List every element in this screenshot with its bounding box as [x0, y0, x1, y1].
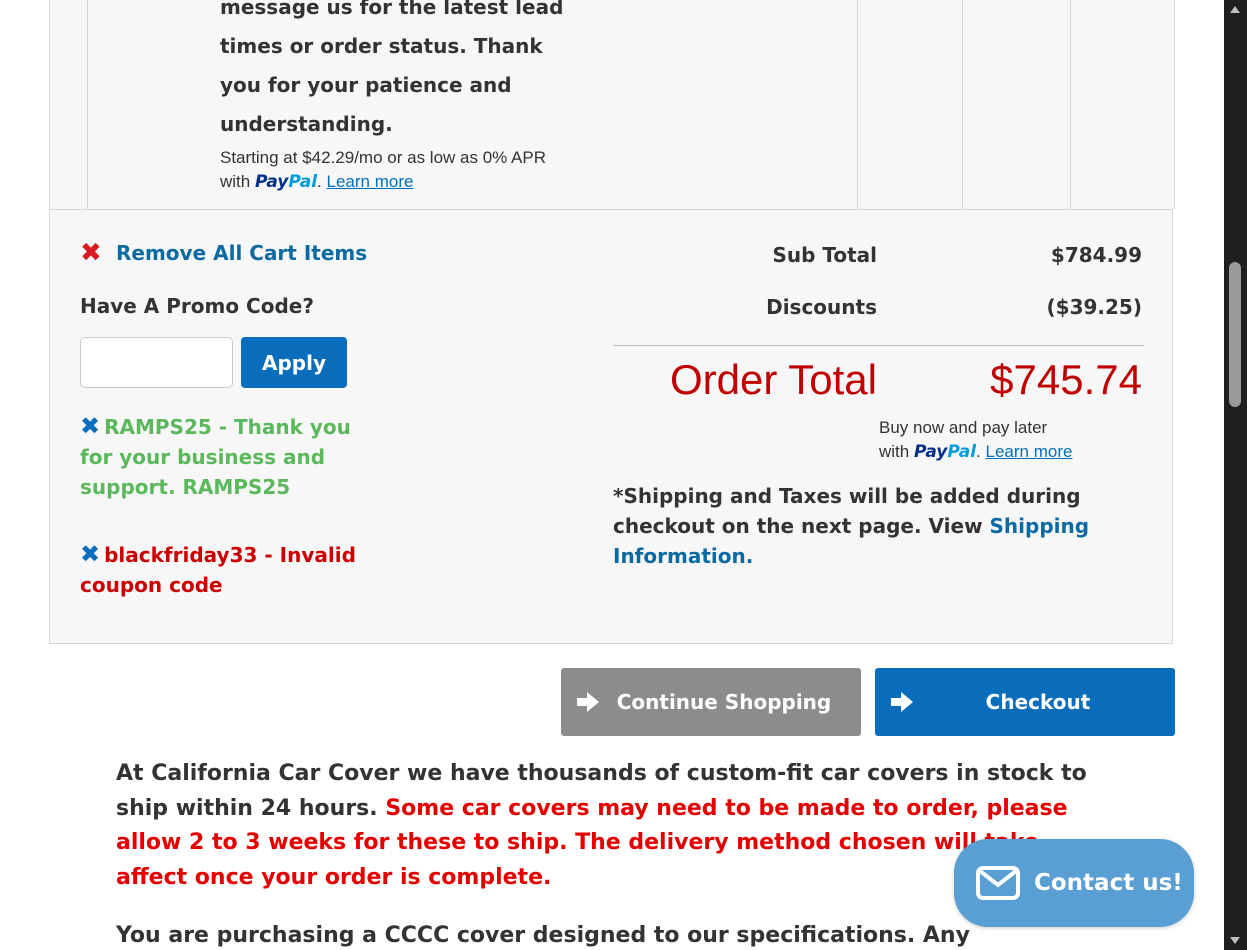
remove-coupon-x-icon[interactable]: ✖ — [80, 540, 100, 568]
apply-promo-button[interactable]: Apply — [241, 337, 347, 388]
continue-shopping-label: Continue Shopping — [616, 690, 832, 714]
coupon-valid-text: RAMPS25 - Thank you for your business an… — [80, 415, 351, 499]
shipping-note: *Shipping and Taxes will be added during… — [613, 481, 1093, 571]
remove-coupon-x-icon[interactable]: ✖ — [80, 412, 100, 440]
scroll-up-arrow-icon[interactable] — [1230, 6, 1240, 13]
remove-all-cart-items-button[interactable]: ✖ Remove All Cart Items — [80, 240, 367, 266]
paylater-learn-more-link[interactable]: Learn more — [986, 442, 1073, 461]
paylater-text: Buy now and pay later — [879, 418, 1048, 437]
cart-item-row: message us for the latest lead times or … — [49, 0, 1175, 209]
continue-shopping-button[interactable]: Continue Shopping — [561, 668, 861, 736]
financing-text: Starting at $42.29/mo or as low as 0% AP… — [220, 148, 547, 167]
cart-page: message us for the latest lead times or … — [0, 0, 1224, 950]
shipping-info-paragraph: At California Car Cover we have thousand… — [116, 757, 1096, 895]
contact-us-label: Contact us! — [1034, 870, 1183, 896]
column-divider — [857, 0, 858, 209]
purchase-info-paragraph: You are purchasing a CCCC cover designed… — [116, 923, 970, 948]
remove-all-label: Remove All Cart Items — [116, 241, 368, 265]
order-total-label: Order Total — [670, 356, 877, 403]
discounts-label: Discounts — [766, 295, 877, 319]
column-divider — [962, 0, 963, 209]
coupon-invalid-text: blackfriday33 - Invalid coupon code — [80, 543, 356, 597]
contact-us-button[interactable]: Contact us! — [954, 839, 1194, 927]
scroll-down-arrow-icon[interactable] — [1230, 937, 1240, 944]
financing-with: with — [220, 172, 251, 191]
paypal-financing: Starting at $42.29/mo or as low as 0% AP… — [220, 146, 620, 194]
paypal-paylater: Buy now and pay later with PayPal. Learn… — [879, 416, 1139, 464]
coupon-message-valid: ✖ RAMPS25 - Thank you for your business a… — [80, 411, 370, 502]
learn-more-link[interactable]: Learn more — [327, 172, 414, 191]
lead-time-notice: message us for the latest lead times or … — [220, 0, 564, 136]
totals-divider — [613, 345, 1144, 346]
order-total-value: $745.74 — [990, 356, 1142, 403]
page-scrollbar[interactable] — [1224, 0, 1247, 950]
discounts-value: ($39.25) — [1046, 295, 1142, 319]
checkout-button[interactable]: Checkout — [875, 668, 1175, 736]
coupon-message-invalid: ✖ blackfriday33 - Invalid coupon code — [80, 539, 370, 600]
period: . — [317, 172, 322, 191]
column-divider — [87, 0, 88, 209]
scrollbar-thumb[interactable] — [1229, 262, 1241, 407]
period: . — [976, 442, 981, 461]
checkout-label: Checkout — [985, 690, 1091, 714]
cart-summary: ✖ Remove All Cart Items Have A Promo Cod… — [49, 209, 1173, 644]
column-divider — [1070, 0, 1071, 209]
promo-code-heading: Have A Promo Code? — [80, 294, 314, 318]
subtotal-value: $784.99 — [1050, 243, 1142, 267]
paylater-with: with — [879, 442, 910, 461]
promo-code-input[interactable] — [80, 337, 233, 388]
paypal-logo: PayPal — [913, 442, 977, 462]
remove-x-icon: ✖ — [80, 238, 102, 268]
paypal-logo: PayPal — [254, 172, 318, 192]
envelope-icon — [976, 866, 1020, 900]
subtotal-label: Sub Total — [772, 243, 877, 267]
